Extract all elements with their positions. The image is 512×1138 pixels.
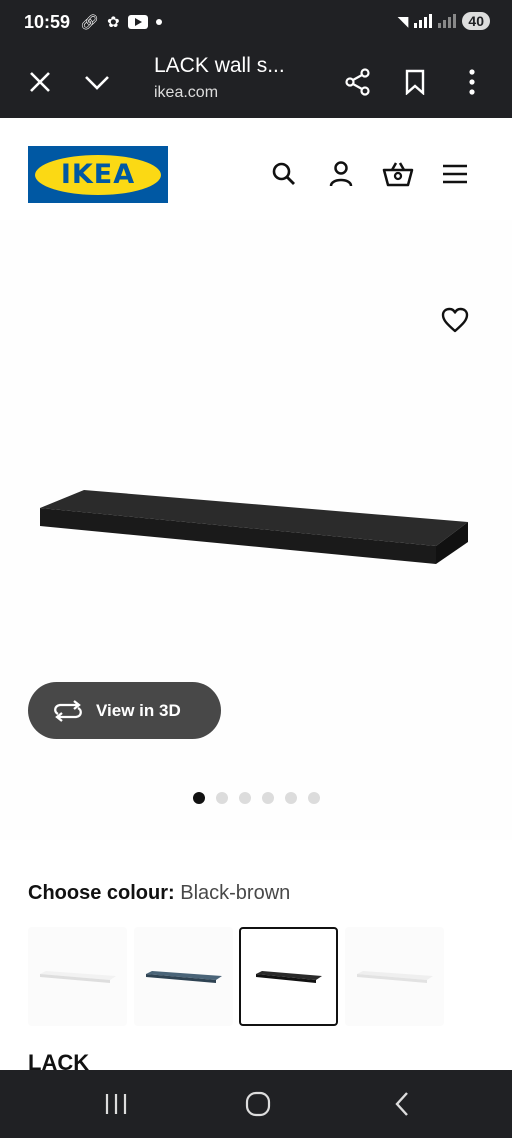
home-button[interactable]: [238, 1088, 278, 1120]
pagination-dot-3[interactable]: [239, 792, 251, 804]
rotate-3d-icon: [54, 699, 82, 722]
notification-icons: 🔗︎ ✿: [80, 13, 162, 31]
colour-value: Black-brown: [180, 882, 291, 904]
signal-icon: [414, 14, 433, 28]
chevron-down-icon: [85, 76, 109, 90]
colour-swatch-dark-blue[interactable]: [134, 927, 233, 1026]
page-title[interactable]: LACK wall s...: [154, 54, 285, 78]
colour-swatch-white-stained-oak[interactable]: [345, 927, 444, 1026]
back-icon: [395, 1092, 408, 1116]
pagination-dot-2[interactable]: [216, 792, 228, 804]
battery-level: 40: [462, 12, 490, 30]
logo-oval: IKEA: [35, 154, 161, 195]
colour-swatch-white[interactable]: [28, 927, 127, 1026]
gallery-pagination: [193, 792, 320, 804]
colour-swatch-black-brown[interactable]: [239, 927, 338, 1026]
more-notifications-icon: [155, 19, 162, 25]
swatch-image-dark-blue: [145, 970, 222, 983]
browser-toolbar: LACK wall s... ikea.com: [0, 46, 512, 118]
close-tab-button[interactable]: [18, 60, 62, 104]
flower-icon: ✿: [107, 14, 120, 31]
search-button[interactable]: [266, 156, 302, 192]
signal-icon-2: [438, 14, 457, 28]
more-options-button[interactable]: [450, 60, 494, 104]
page-url[interactable]: ikea.com: [154, 84, 218, 102]
pagination-dot-1[interactable]: [193, 792, 205, 804]
cart-button[interactable]: [380, 156, 416, 192]
status-bar: 10:59 🔗︎ ✿ ◥ 40: [0, 0, 512, 46]
recent-apps-button[interactable]: [96, 1088, 136, 1120]
status-time: 10:59: [24, 12, 71, 32]
user-icon: [329, 161, 353, 187]
bookmark-icon: [405, 69, 425, 95]
home-icon: [245, 1091, 271, 1117]
swatch-image-black-brown: [255, 970, 322, 983]
swatch-image-white: [39, 970, 116, 983]
logo-text: IKEA: [60, 159, 136, 190]
favourite-button[interactable]: [437, 302, 473, 338]
view-in-3d-label: View in 3D: [96, 700, 181, 720]
ikea-logo[interactable]: IKEA: [28, 146, 168, 203]
pagination-dot-6[interactable]: [308, 792, 320, 804]
back-button[interactable]: [382, 1088, 422, 1120]
swatch-image-white-stained-oak: [356, 970, 433, 983]
bookmark-button[interactable]: [393, 60, 437, 104]
minimize-button[interactable]: [75, 60, 119, 104]
search-icon: [272, 162, 295, 185]
share-button[interactable]: [336, 60, 380, 104]
recent-apps-icon: [105, 1094, 127, 1114]
hamburger-icon: [443, 164, 467, 184]
pagination-dot-4[interactable]: [262, 792, 274, 804]
share-icon: [345, 68, 370, 96]
product-image-shelf: [40, 490, 468, 564]
account-button[interactable]: [323, 156, 359, 192]
colour-selector-heading: Choose colour: Black-brown: [28, 882, 290, 905]
youtube-icon: [127, 15, 148, 29]
pagination-dot-5[interactable]: [285, 792, 297, 804]
wifi-icon: ◥: [397, 12, 409, 29]
close-icon: [30, 72, 50, 92]
heart-icon: [441, 307, 469, 333]
more-vertical-icon: [469, 69, 475, 95]
link-icon: 🔗︎: [80, 14, 100, 31]
menu-button[interactable]: [437, 156, 473, 192]
basket-icon: [382, 162, 414, 187]
system-navigation-bar: [0, 1070, 512, 1138]
view-in-3d-button[interactable]: View in 3D: [28, 682, 221, 739]
colour-label: Choose colour:: [28, 882, 175, 904]
